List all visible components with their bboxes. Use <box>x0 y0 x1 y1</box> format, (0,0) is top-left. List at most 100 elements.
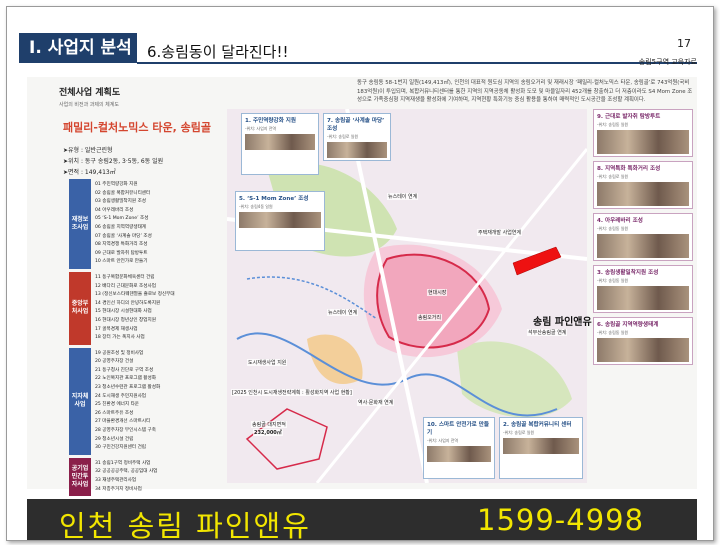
source-label: 송림5구역 교육자료 <box>638 58 697 66</box>
category-items: 01 주민역량강화 지원 02 송림골 복합커뮤니티센터 03 송림생활밀착지원… <box>91 179 217 269</box>
site-annotation: 송림 파인앤유 <box>533 317 592 328</box>
category-item: 23 청소년수련관 프로그램 활성화 <box>95 385 161 391</box>
right-card: 8. 지역특화 특화거리 조성 -위치: 송림로 일원 <box>593 161 693 209</box>
category-item: 31 송림1구역 정비주택 사업 <box>95 460 151 466</box>
plan-info: ➤유형 : 일반근린형 ➤위치 : 동구 송림2동, 3·5동, 6동 일원 ➤… <box>63 145 163 178</box>
right-card-title: 9. 근대로 발자취 탐방투트 <box>597 114 661 120</box>
map-card-title: 10. 스마트 안전가로 만들기 <box>427 422 490 436</box>
info-location: ➤위치 : 동구 송림2동, 3·5동, 6동 일원 <box>63 158 164 165</box>
category-item: 26 스마트주유 조성 <box>95 410 134 416</box>
right-card-body: -위치: 송림동 일원 <box>597 330 629 335</box>
map-label: 도시재생사업 지원 <box>247 359 288 366</box>
map-card-title: 5. ‘S-1 Mom Zone’ 조성 <box>239 196 309 202</box>
right-card-photo <box>597 234 689 258</box>
category-block: 공기업민간투자사업 31 송림1구역 정비주택 사업 32 공공공공주택, 공공… <box>69 457 217 497</box>
right-card-body: -위치: 송림로 일원 <box>597 174 629 179</box>
map-label: 주택재개발 사업연계 <box>477 229 522 236</box>
category-item: 19 공원조성 및 정비사업 <box>95 350 144 356</box>
map-card: 5. ‘S-1 Mom Zone’ 조성 -위치: 송림4동 일원 <box>235 191 325 251</box>
header: Ⅰ. 사업지 분석 6.송림동이 달라진다!! 17 송림5구역 교육자료 <box>7 7 713 69</box>
page-number: 17 <box>677 37 691 50</box>
plan-document: 전체사업 계획도 사업의 비전과 과제의 체계도 패밀리-컬처노믹스 타운, 송… <box>27 77 697 497</box>
map-card-photo <box>503 438 579 454</box>
map-caption: [2025 인천시 도시재생전략계획 : 활성화지역 사업 현황] <box>231 389 353 396</box>
map-card-title: 2. 송림골 복합커뮤니티 센터 <box>503 422 572 428</box>
map-label: 송림오거리 <box>417 314 443 321</box>
map-card: 10. 스마트 안전가로 만들기 -위치: 사업지 전역 <box>423 417 495 479</box>
category-label: 지자체사업 <box>69 347 91 455</box>
page-subtitle: 6.송림동이 달라진다!! <box>147 43 289 61</box>
right-card: 3. 송림생활밀착지원 조성 -위치: 송림동 일원 <box>593 265 693 313</box>
site-area: 232,000㎡ <box>253 429 283 436</box>
category-label: 공기업민간투자사업 <box>69 457 91 497</box>
project-categories: 재정보조사업 01 주민역량강화 지원 02 송림골 복합커뮤니티센터 03 송… <box>69 179 217 499</box>
category-item: 27 마을환경개선 스마트시티 <box>95 419 151 425</box>
category-label: 중앙부처사업 <box>69 271 91 345</box>
map-card: 2. 송림골 복합커뮤니티 센터 -위치: 송림로 일원 <box>499 417 583 479</box>
right-card-title: 8. 지역특화 특화거리 조성 <box>597 166 661 172</box>
category-item: 20 공영주차장 건설 <box>95 359 134 365</box>
right-card-title: 3. 송림생활밀착지원 조성 <box>597 270 659 276</box>
category-item: 29 청소년시설 건립 <box>95 436 134 442</box>
category-item: 12 배다리 근대문화로 조성사업 <box>95 283 156 289</box>
category-item: 28 공영주차장 무인시스템 구축 <box>95 428 156 434</box>
right-card-photo <box>597 130 689 154</box>
right-card-body: -위치: 송림동 일원 <box>597 122 629 127</box>
category-item: 33 재생주택관리사업 <box>95 478 137 483</box>
category-item: 09 근대로 발자취 탐방투트 <box>95 250 148 256</box>
category-item: 34 저층주거지 정비사업 <box>95 486 142 492</box>
category-item: 32 공공공공주택, 공공임대 사업 <box>95 469 158 475</box>
map-label: 석부산송림골 연계 <box>527 329 568 336</box>
doc-desc: 사업의 비전과 과제의 체계도 <box>59 102 119 108</box>
map-card-body: -위치: 송림로 일원 <box>327 134 359 139</box>
map-card-body: -위치: 송림로 일원 <box>503 430 535 435</box>
category-item: 15 현대시장 시설현대화 사업 <box>95 309 152 315</box>
map-card-photo <box>245 134 315 150</box>
map-card-title: 1. 주민역량강화 지원 <box>245 118 297 124</box>
info-type: ➤유형 : 일반근린형 <box>63 147 113 154</box>
category-item: 18 장터 가는 폭지사 사업 <box>95 335 145 341</box>
category-block: 중앙부처사업 11 동구복합문화체육센터 건립 12 배다리 근대문화로 조성사… <box>69 271 217 345</box>
category-item: 21 동구청사 진단로 구역 조성 <box>95 367 154 373</box>
category-item: 24 도시재생 주민지원사업 <box>95 393 147 399</box>
category-item: 07 송림골 ‘사계솔 마당’ 조성 <box>95 233 152 239</box>
category-item: 08 지역경쟁 특화거리 조성 <box>95 242 148 248</box>
plan-title: 패밀리-컬처노믹스 타운, 송림골 <box>63 121 211 134</box>
map-card-title: 7. 송림골 ‘사계솔 마당’ 조성 <box>327 118 385 132</box>
category-item: 17 골목경제 재생사업 <box>95 326 138 332</box>
category-block: 재정보조사업 01 주민역량강화 지원 02 송림골 복합커뮤니티센터 03 송… <box>69 179 217 269</box>
map-card-photo <box>239 212 321 228</box>
category-items: 19 공원조성 및 정비사업 20 공영주차장 건설 21 동구청사 진단로 구… <box>91 348 217 455</box>
category-item: 13 (정신보스타웨덴열을 즐로보 정신무대 <box>95 292 175 298</box>
right-card-photo <box>597 182 689 206</box>
right-card-body: -위치: 송림동 일원 <box>597 278 629 283</box>
map-card-photo <box>427 446 491 462</box>
map-card-photo <box>327 142 387 158</box>
category-item: 05 ‘S-1 Mom Zone’ 조성 <box>95 216 149 222</box>
plan-description: 동구 송림동 58-1번지 일원(149,413㎡), 인천의 대표적 원도심 … <box>357 80 693 104</box>
category-items: 11 동구복합문화체육센터 건립 12 배다리 근대문화로 조성사업 13 (정… <box>91 272 217 345</box>
document-frame: Ⅰ. 사업지 분석 6.송림동이 달라진다!! 17 송림5구역 교육자료 전체… <box>6 6 714 541</box>
map-card-body: -위치: 사업지 전역 <box>427 438 459 443</box>
category-item: 22 노인복지관 프로그램 활성화 <box>95 376 156 382</box>
category-item: 01 주민역량강화 지원 <box>95 182 138 187</box>
map-label: 현대시장 <box>427 289 448 296</box>
category-item: 04 아우레바리 조성 <box>95 207 134 213</box>
right-card-body: -위치: 송림동 일원 <box>597 226 629 231</box>
footer-name: 인천 송림 파인앤유 <box>59 509 311 541</box>
right-card-title: 6. 송림골 지역역량생태계 <box>597 322 659 328</box>
category-item: 14 경인선 하디의 안녕하도록지원 <box>95 300 161 306</box>
map-card-body: -위치: 송림4동 일원 <box>239 204 273 209</box>
footer-banner: 인천 송림 파인앤유 1599-4998 <box>27 499 697 541</box>
category-item: 11 동구복합문화체육센터 건립 <box>95 274 155 280</box>
right-cards: 9. 근대로 발자취 탐방투트 -위치: 송림동 일원 8. 지역특화 특화거리… <box>593 109 693 369</box>
category-item: 02 송림골 복합커뮤니티센터 <box>95 190 151 196</box>
header-divider <box>137 62 697 64</box>
map-label: 역사·문화재 연계 <box>357 399 395 406</box>
category-block: 지자체사업 19 공원조성 및 정비사업 20 공영주차장 건설 21 동구청사… <box>69 347 217 455</box>
right-card: 4. 아우레바리 조성 -위치: 송림동 일원 <box>593 213 693 261</box>
map-card-body: -위치: 사업지 전역 <box>245 126 277 131</box>
category-item: 25 친환경 에너지 타운 <box>95 402 140 408</box>
category-items: 31 송림1구역 정비주택 사업 32 공공공공주택, 공공임대 사업 33 재… <box>91 458 217 496</box>
right-card: 6. 송림골 지역역량생태계 -위치: 송림동 일원 <box>593 317 693 365</box>
